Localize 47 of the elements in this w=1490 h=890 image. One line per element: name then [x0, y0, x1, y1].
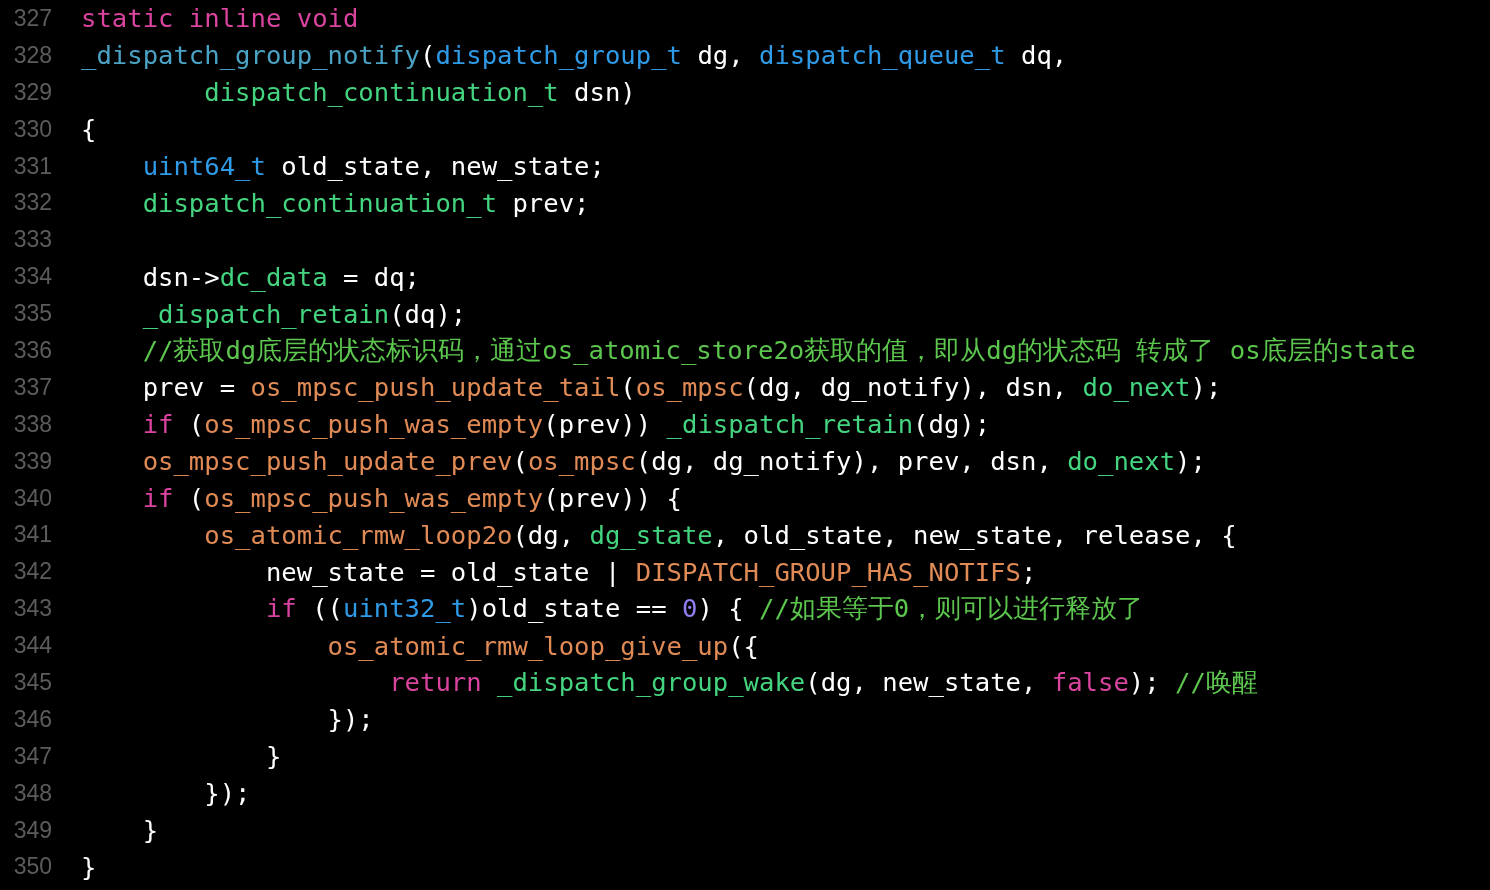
line-number: 349: [12, 816, 52, 844]
line-number: 340: [12, 484, 52, 512]
line-number: 336: [12, 336, 52, 364]
code-line: _dispatch_group_notify(dispatch_group_t dg, dispatch_queue_t dq,: [81, 40, 1068, 71]
line-number: 335: [12, 300, 52, 328]
line-number: 327: [12, 4, 52, 32]
code-line: uint64_t old_state, new_state;: [141, 151, 605, 181]
code-line: os_atomic_rmw_loop2o(dg, dg_state, old_state, new_state, release, {: [203, 519, 1237, 550]
code-line: {: [81, 114, 97, 145]
line-number: 337: [12, 373, 52, 401]
line-number: 348: [12, 779, 52, 807]
code-line: return _dispatch_group_wake(dg, new_state, false); //唤醒: [388, 665, 1258, 699]
line-number: 330: [12, 115, 52, 143]
code-line: os_mpsc_push_update_prev(os_mpsc(dg, dg_notify), prev, dsn, do_next);: [141, 446, 1206, 477]
line-number: 331: [12, 152, 52, 180]
code-line: }: [141, 815, 159, 846]
code-line: static inline void: [81, 3, 359, 34]
code-line: os_atomic_rmw_loop_give_up({: [326, 630, 759, 661]
code-line: });: [203, 778, 251, 809]
line-number: 338: [12, 410, 52, 438]
line-number: 344: [12, 632, 52, 660]
line-number: 329: [12, 78, 52, 106]
code-line: if ((uint32_t)old_state == 0) { //如果等于0，则可以进行释放了: [264, 592, 1144, 626]
code-line: dsn->dc_data = dq;: [141, 261, 420, 292]
line-number: 350: [12, 853, 52, 881]
line-number: 345: [12, 668, 52, 696]
line-number: 342: [12, 558, 52, 586]
code-line: _dispatch_retain(dq);: [141, 298, 467, 329]
code-line: //获取dg底层的状态标识码，通过os_atomic_store2o获取的值，即从dg的状态码 转成了 os底层的state: [141, 333, 1416, 367]
line-number: 328: [12, 41, 52, 69]
line-number: 332: [12, 189, 52, 217]
code-line: }: [81, 851, 97, 882]
code-line: dispatch_continuation_t prev;: [141, 187, 590, 218]
line-number: 343: [12, 595, 52, 623]
code-line: }: [264, 741, 282, 772]
code-line: if (os_mpsc_push_was_empty(prev)) _dispatch_retain(dg);: [141, 409, 991, 440]
code-line: dispatch_continuation_t dsn): [203, 77, 636, 108]
code-line: new_state = old_state | DISPATCH_GROUP_HAS_NOTIFS;: [264, 556, 1037, 587]
line-number: 334: [12, 263, 52, 291]
line-number: 339: [12, 447, 52, 475]
code-line: if (os_mpsc_push_was_empty(prev)) {: [141, 483, 682, 513]
code-line: });: [326, 704, 374, 735]
line-number: 346: [12, 705, 52, 733]
code-line: prev = os_mpsc_push_update_tail(os_mpsc(dg, dg_notify), dsn, do_next);: [141, 372, 1222, 403]
line-number: 333: [12, 226, 52, 254]
line-number: 347: [12, 742, 52, 770]
line-number: 341: [12, 521, 52, 549]
